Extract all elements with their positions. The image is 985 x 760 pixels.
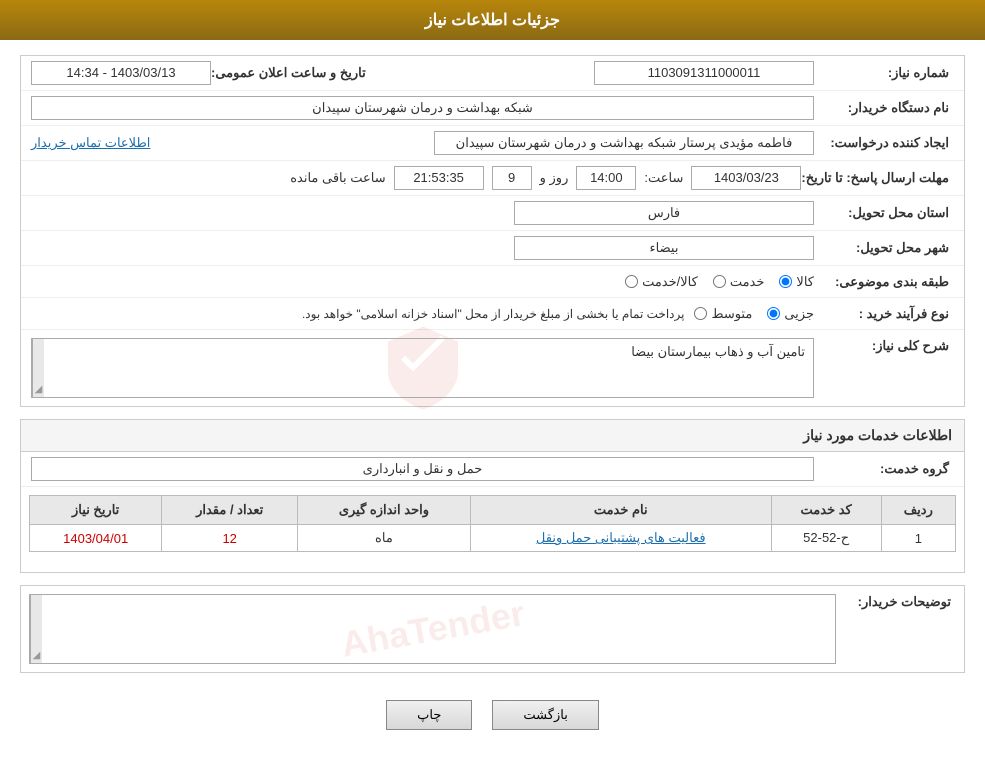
province-value: فارس (514, 201, 814, 225)
service-group-value: حمل و نقل و انبارداری (31, 457, 814, 481)
category-kala-label: کالا (796, 274, 814, 290)
col-quantity: تعداد / مقدار (162, 496, 298, 525)
buyer-description-box: ◢ (29, 594, 836, 664)
need-number-value: 1103091311000011 (594, 61, 814, 85)
creator-row: ایجاد کننده درخواست: فاطمه مؤیدی پرستار … (21, 126, 964, 161)
page-header: جزئیات اطلاعات نیاز (0, 0, 985, 40)
category-khedmat-radio[interactable] (713, 275, 726, 288)
category-kala-khedmat-label: کالا/خدمت (642, 274, 698, 290)
buyer-name-value: شبکه بهداشت و درمان شهرستان سپیدان (31, 96, 814, 120)
contact-link[interactable]: اطلاعات تماس خریدار (31, 135, 150, 151)
category-row: طبقه بندی موضوعی: کالا/خدمت خدمت کالا (21, 266, 964, 298)
buyer-name-row: نام دستگاه خریدار: شبکه بهداشت و درمان ش… (21, 91, 964, 126)
province-label: استان محل تحویل: (814, 205, 954, 221)
deadline-days: 9 (492, 166, 532, 190)
col-date: تاریخ نیاز (30, 496, 162, 525)
category-kala-khedmat-radio[interactable] (625, 275, 638, 288)
process-jozii-radio[interactable] (767, 307, 780, 320)
col-code: کد خدمت (771, 496, 881, 525)
cell-quantity: 12 (162, 525, 298, 552)
page-container: جزئیات اطلاعات نیاز شماره نیاز: 11030913… (0, 0, 985, 760)
category-khedmat-label: خدمت (730, 274, 765, 290)
city-label: شهر محل تحویل: (814, 240, 954, 256)
deadline-remaining: 21:53:35 (394, 166, 484, 190)
process-motavasset-radio[interactable] (694, 307, 707, 320)
deadline-row: مهلت ارسال پاسخ: تا تاریخ: 1403/03/23 سا… (21, 161, 964, 196)
category-kala-item: کالا (779, 274, 814, 290)
province-row: استان محل تحویل: فارس (21, 196, 964, 231)
buyer-resize-handle: ◢ (30, 595, 42, 663)
table-header-row: ردیف کد خدمت نام خدمت واحد اندازه گیری ت… (30, 496, 956, 525)
main-content: شماره نیاز: 1103091311000011 تاریخ و ساع… (0, 40, 985, 760)
process-note: پرداخت تمام یا بخشی از مبلغ خریدار از مح… (31, 307, 694, 321)
deadline-date: 1403/03/23 (691, 166, 801, 190)
need-number-label: شماره نیاز: (814, 65, 954, 81)
services-section: اطلاعات خدمات مورد نیاز گروه خدمت: حمل و… (20, 419, 965, 573)
header-title: جزئیات اطلاعات نیاز (425, 12, 560, 29)
buyer-description-section: توضیحات خریدار: AhaTender ◢ (20, 585, 965, 673)
buyer-description-container: AhaTender ◢ (29, 594, 836, 664)
description-text: تامین آب و ذهاب بیمارستان بیضا (44, 339, 813, 397)
table-row: 1 ح-52-52 فعالیت های پشتیبانی حمل ونقل م… (30, 525, 956, 552)
col-unit: واحد اندازه گیری (298, 496, 471, 525)
col-name: نام خدمت (470, 496, 771, 525)
process-label: نوع فرآیند خرید : (814, 306, 954, 322)
city-value: بیضاء (514, 236, 814, 260)
back-button[interactable]: بازگشت (492, 700, 598, 730)
process-jozii-label: جزیی (784, 306, 814, 322)
description-label: شرح کلی نیاز: (814, 338, 954, 354)
category-label: طبقه بندی موضوعی: (814, 274, 954, 290)
buyer-description-text (42, 595, 835, 663)
need-number-row: شماره نیاز: 1103091311000011 تاریخ و ساع… (21, 56, 964, 91)
service-group-row: گروه خدمت: حمل و نقل و انبارداری (21, 452, 964, 487)
cell-unit: ماه (298, 525, 471, 552)
category-khedmat-item: خدمت (713, 274, 765, 290)
deadline-time: 14:00 (576, 166, 636, 190)
deadline-label: مهلت ارسال پاسخ: تا تاریخ: (801, 170, 954, 186)
cell-date: 1403/04/01 (30, 525, 162, 552)
deadline-fields: 1403/03/23 ساعت: 14:00 روز و 9 21:53:35 … (31, 166, 801, 190)
category-kala-radio[interactable] (779, 275, 792, 288)
cell-code: ح-52-52 (771, 525, 881, 552)
process-motavasset-label: متوسط (711, 306, 752, 322)
services-table-container: ردیف کد خدمت نام خدمت واحد اندازه گیری ت… (21, 487, 964, 560)
description-container: تامین آب و ذهاب بیمارستان بیضا ◢ (31, 338, 814, 398)
print-button[interactable]: چاپ (386, 700, 472, 730)
creator-value: فاطمه مؤیدی پرستار شبکه بهداشت و درمان ش… (434, 131, 814, 155)
process-jozii-item: جزیی (767, 306, 814, 322)
buyer-description-label: توضیحات خریدار: (836, 594, 956, 610)
form-section: شماره نیاز: 1103091311000011 تاریخ و ساع… (20, 55, 965, 407)
buyer-name-label: نام دستگاه خریدار: (814, 100, 954, 116)
process-motavasset-item: متوسط (694, 306, 752, 322)
services-section-title: اطلاعات خدمات مورد نیاز (21, 420, 964, 452)
city-row: شهر محل تحویل: بیضاء (21, 231, 964, 266)
services-table: ردیف کد خدمت نام خدمت واحد اندازه گیری ت… (29, 495, 956, 552)
cell-row: 1 (881, 525, 955, 552)
deadline-time-label: ساعت: (644, 170, 683, 186)
description-box: تامین آب و ذهاب بیمارستان بیضا ◢ (31, 338, 814, 398)
process-radio-group: متوسط جزیی (694, 306, 814, 322)
col-row: ردیف (881, 496, 955, 525)
service-group-label: گروه خدمت: (814, 461, 954, 477)
announcement-value: 1403/03/13 - 14:34 (31, 61, 211, 85)
description-row: شرح کلی نیاز: تامین آب و ذهاب بیمارستان … (21, 330, 964, 406)
resize-handle: ◢ (32, 339, 44, 397)
creator-label: ایجاد کننده درخواست: (814, 135, 954, 151)
category-radio-group: کالا/خدمت خدمت کالا (625, 274, 814, 290)
button-row: بازگشت چاپ (20, 685, 965, 745)
deadline-days-label: روز و (540, 170, 569, 186)
deadline-remaining-label: ساعت باقی مانده (290, 170, 385, 186)
announcement-label: تاریخ و ساعت اعلان عمومی: (211, 65, 371, 81)
process-row: نوع فرآیند خرید : متوسط جزیی پرداخت تمام… (21, 298, 964, 330)
cell-name[interactable]: فعالیت های پشتیبانی حمل ونقل (470, 525, 771, 552)
category-kala-khedmat-item: کالا/خدمت (625, 274, 698, 290)
buyer-description-row: توضیحات خریدار: AhaTender ◢ (21, 586, 964, 672)
